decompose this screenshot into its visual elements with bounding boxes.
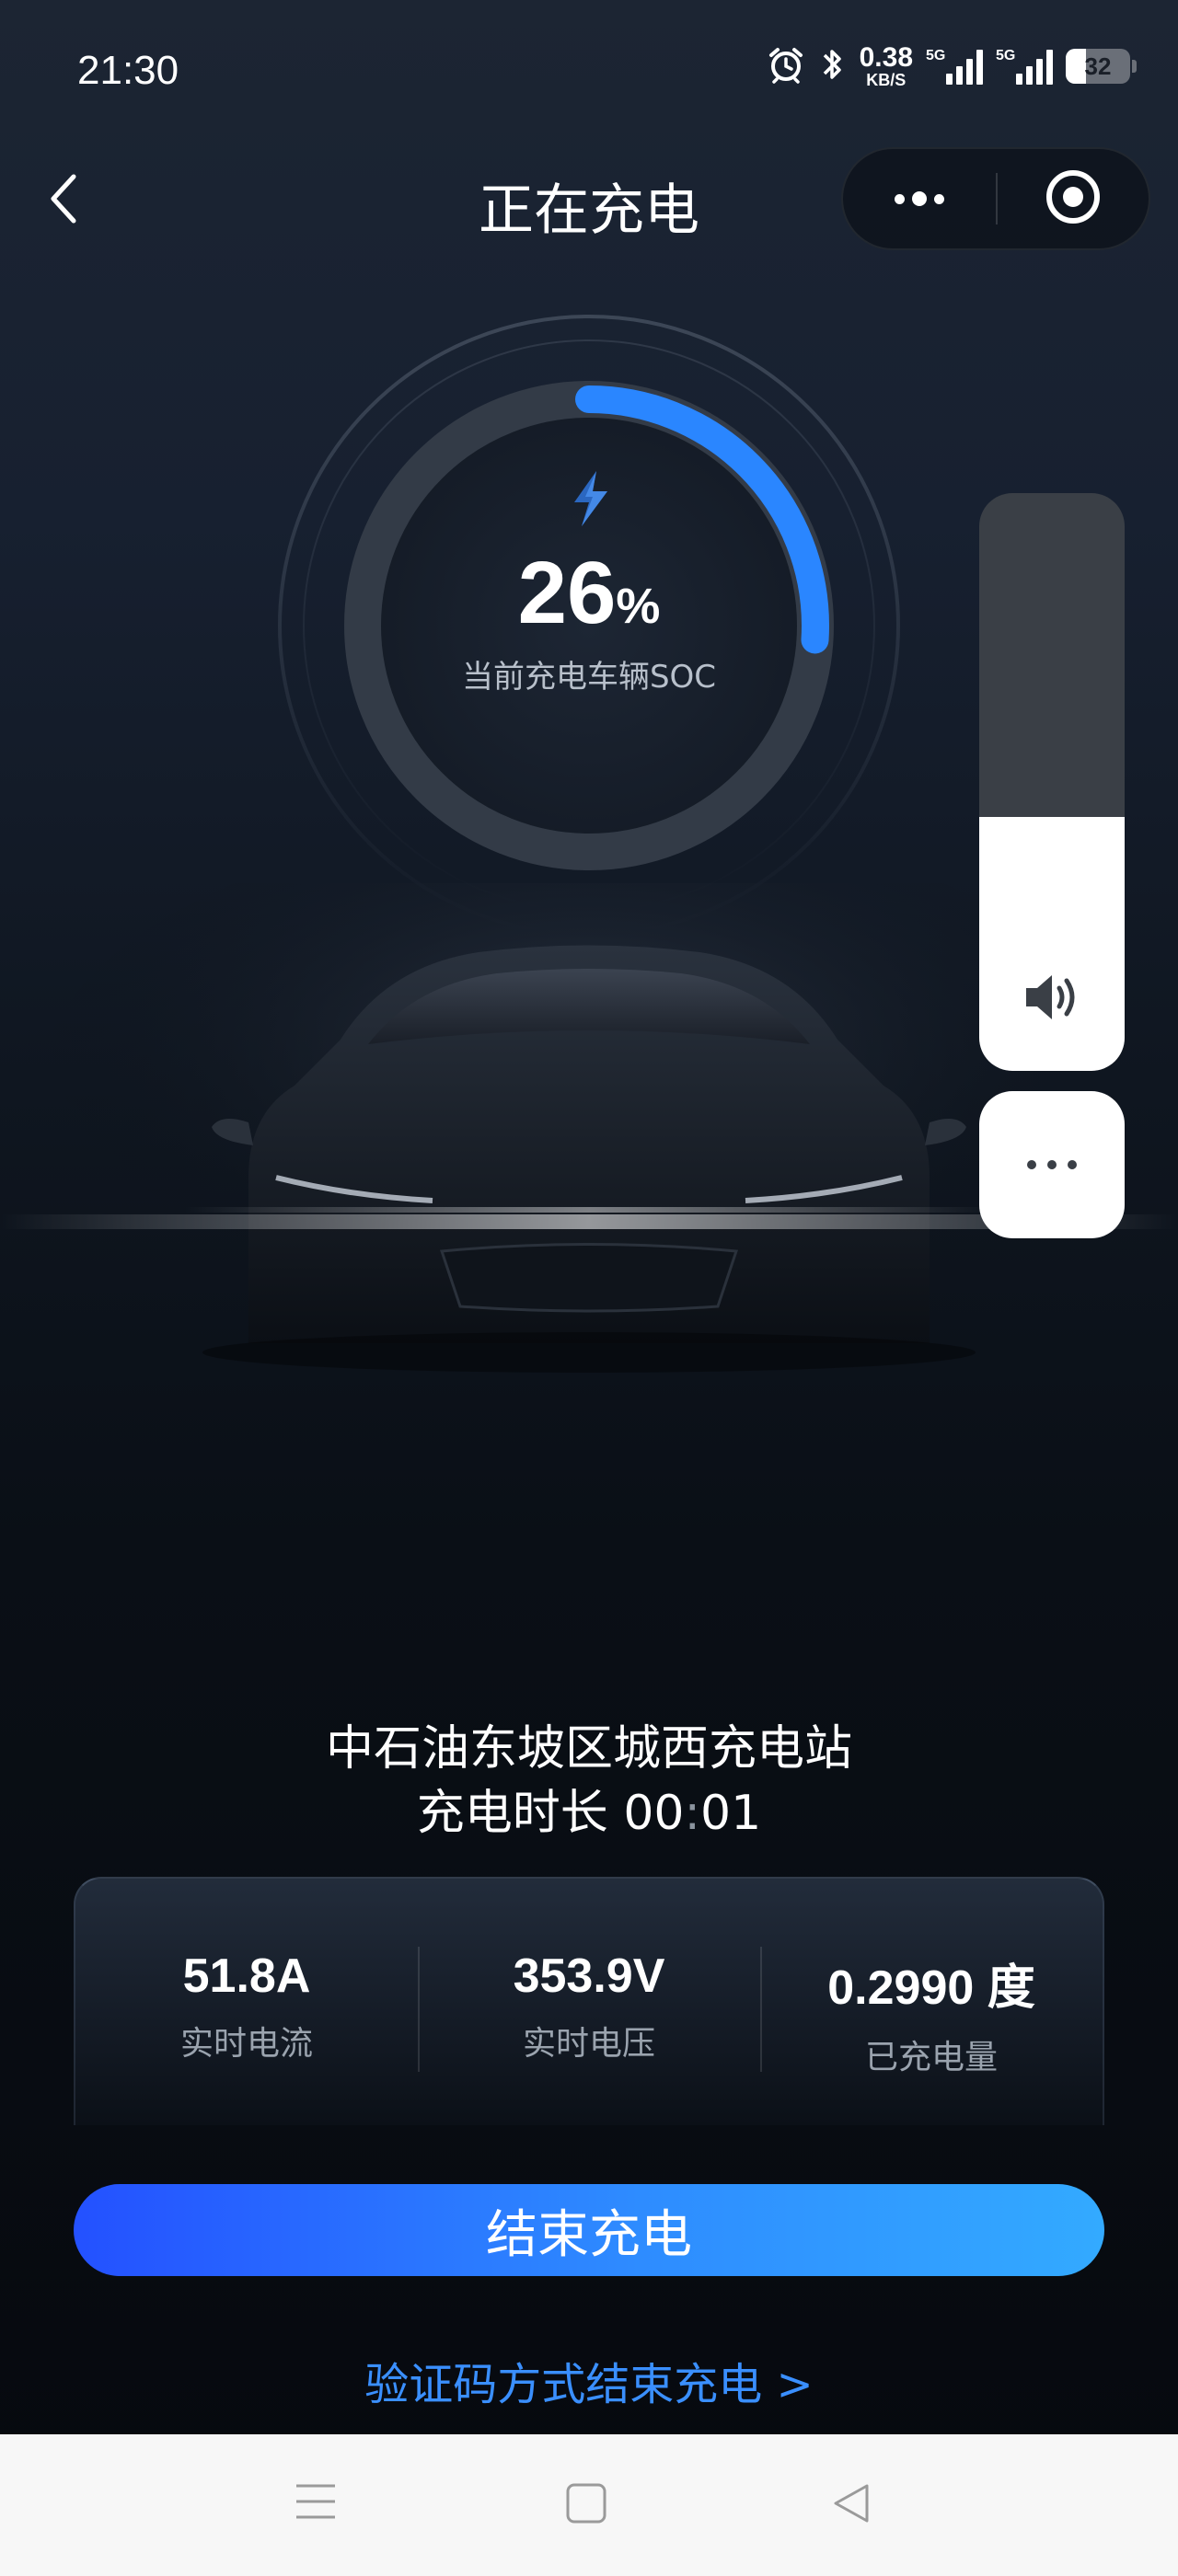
battery-icon: 32 bbox=[1066, 49, 1137, 84]
more-dots-icon bbox=[895, 191, 944, 206]
stat-label: 已充电量 bbox=[864, 2039, 998, 2076]
volume-icon bbox=[1019, 964, 1085, 1034]
verify-code-end-link[interactable]: 验证码方式结束充电 > bbox=[0, 2348, 1178, 2412]
status-icons: 0.38 KB/S 5G 5G 32 bbox=[766, 42, 1137, 89]
volume-slider[interactable] bbox=[979, 493, 1125, 1071]
stat-label: 实时电压 bbox=[522, 2025, 655, 2063]
close-miniprogram-button[interactable] bbox=[998, 167, 1149, 230]
net-speed: 0.38 KB/S bbox=[859, 42, 913, 89]
signal-icon: 5G bbox=[926, 48, 983, 85]
duration-separator: : bbox=[684, 1786, 701, 1841]
mini-program-capsule bbox=[841, 147, 1150, 250]
signal-tag: 5G bbox=[996, 48, 1016, 63]
soc-unit: % bbox=[616, 579, 661, 634]
bluetooth-icon bbox=[819, 44, 847, 88]
end-charging-button[interactable]: 结束充电 bbox=[74, 2184, 1104, 2276]
duration-minutes: 01 bbox=[700, 1786, 762, 1841]
net-speed-unit: KB/S bbox=[866, 71, 907, 89]
net-speed-value: 0.38 bbox=[859, 42, 913, 73]
more-button[interactable] bbox=[843, 149, 996, 248]
soc-value: 26 bbox=[517, 544, 617, 642]
duration-hours: 00 bbox=[623, 1786, 685, 1841]
lightning-icon bbox=[565, 469, 617, 532]
battery-level: 32 bbox=[1084, 52, 1112, 80]
status-time: 21:30 bbox=[77, 48, 179, 93]
signal-tag: 5G bbox=[926, 48, 946, 63]
stat-energy: 0.2990 度 已充电量 bbox=[760, 1879, 1103, 2125]
stat-value: 0.2990 度 bbox=[827, 1961, 1035, 2015]
stat-voltage: 353.9V 实时电压 bbox=[418, 1879, 760, 2125]
stat-value: 51.8A bbox=[182, 1949, 311, 2003]
duration-label: 充电时长 bbox=[416, 1786, 608, 1841]
charging-screen: 21:30 0.38 KB/S 5G 5G 32 正在充电 26% 当前充电车辆… bbox=[0, 0, 1178, 2576]
home-square-icon[interactable] bbox=[565, 2482, 607, 2528]
stat-value: 353.9V bbox=[513, 1949, 665, 2003]
more-dots-icon bbox=[1027, 1160, 1077, 1169]
stat-label: 实时电流 bbox=[179, 2025, 313, 2063]
system-nav-bar bbox=[0, 2434, 1178, 2576]
charging-duration: 充电时长 00:01 bbox=[0, 1774, 1178, 1843]
target-icon bbox=[1044, 167, 1103, 230]
menu-icon[interactable] bbox=[294, 2480, 337, 2526]
stat-current: 51.8A 实时电流 bbox=[75, 1879, 418, 2125]
stats-card: 51.8A 实时电流 353.9V 实时电压 0.2990 度 已充电量 bbox=[74, 1877, 1104, 2125]
station-name: 中石油东坡区城西充电站 bbox=[325, 1721, 852, 1777]
back-triangle-icon[interactable] bbox=[830, 2482, 872, 2528]
signal-icon: 5G bbox=[996, 48, 1053, 85]
floating-more-button[interactable] bbox=[979, 1091, 1125, 1238]
alarm-icon bbox=[766, 44, 806, 88]
